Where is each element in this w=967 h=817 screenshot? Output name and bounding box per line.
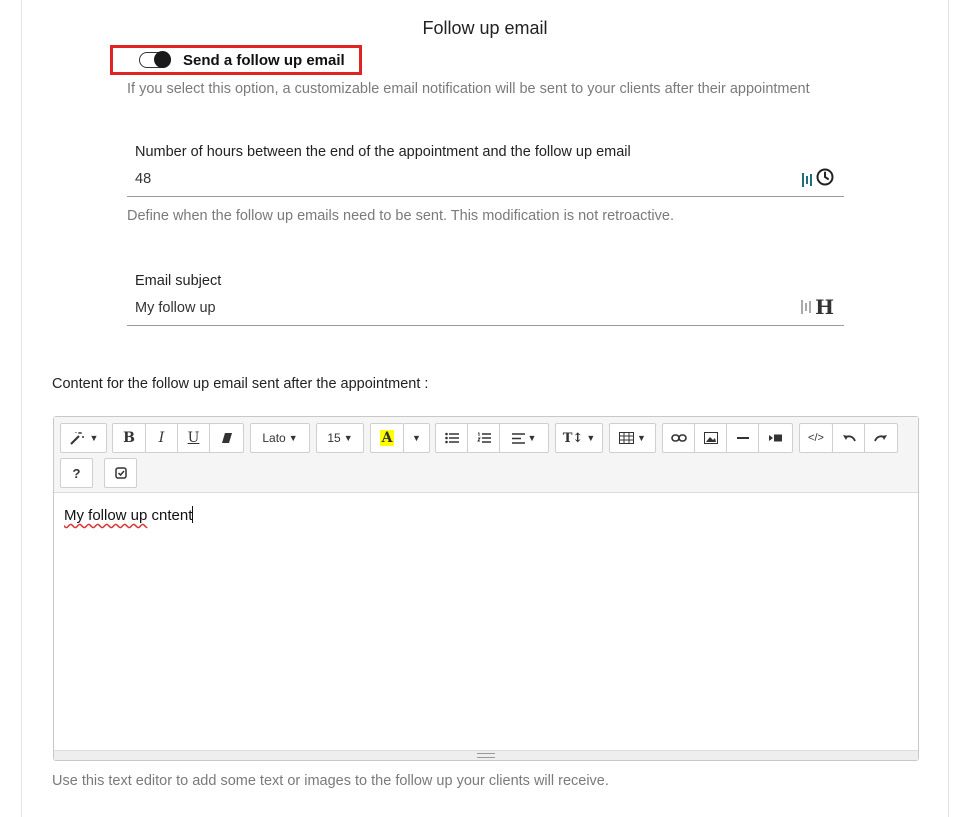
color-dropdown-button[interactable]: ▼ (403, 423, 430, 453)
insert-image-button[interactable] (694, 423, 727, 453)
editor-content[interactable]: My follow up cntent (64, 506, 194, 524)
font-size-value: 15 (327, 431, 341, 445)
highlight-color-button[interactable]: A (370, 423, 404, 453)
clock-icon[interactable] (816, 168, 834, 191)
editor-text: cntent (147, 507, 193, 524)
eraser-icon (221, 433, 232, 443)
clear-format-button[interactable] (209, 423, 244, 453)
heading-icon[interactable]: H (815, 295, 834, 319)
code-view-button[interactable]: </> (799, 423, 833, 453)
italic-button[interactable]: I (145, 423, 178, 453)
editor-toolbar: ▼ B I U Lato ▼ 15 ▼ A ▼ ▼ T↕ ▼ ▼ </> ? (54, 417, 918, 493)
text-cursor (192, 506, 194, 523)
help-button[interactable]: ? (60, 458, 93, 488)
magic-wand-icon (69, 432, 84, 445)
follow-up-panel: Follow up email Send a follow up email I… (21, 0, 949, 817)
line-height-dropdown[interactable]: T↕ ▼ (555, 423, 603, 453)
redo-icon (874, 435, 887, 442)
magic-wand-button[interactable]: ▼ (60, 423, 107, 453)
variables-icon[interactable] (802, 172, 812, 187)
toggle-knob (154, 51, 171, 68)
font-family-dropdown[interactable]: Lato ▼ (250, 423, 310, 453)
toggle-help-text: If you select this option, a customizabl… (127, 81, 810, 97)
hours-field[interactable]: Number of hours between the end of the a… (127, 141, 844, 197)
table-icon (619, 432, 635, 444)
paragraph-align-dropdown[interactable]: ▼ (499, 423, 549, 453)
text-height-icon: T↕ (562, 430, 584, 446)
subject-field[interactable]: Email subject My follow up H (127, 270, 844, 326)
link-icon (670, 434, 687, 442)
resize-grip-icon[interactable] (477, 753, 495, 758)
redo-button[interactable] (864, 423, 898, 453)
content-label: Content for the follow up email sent aft… (52, 376, 429, 392)
insert-link-button[interactable] (662, 423, 695, 453)
hours-help-text: Define when the follow up emails need to… (127, 208, 674, 224)
underline-button[interactable]: U (177, 423, 210, 453)
follow-up-toggle-row[interactable]: Send a follow up email (110, 45, 362, 75)
follow-up-toggle-switch[interactable] (139, 51, 171, 68)
insert-video-button[interactable] (758, 423, 793, 453)
rich-text-editor[interactable]: ▼ B I U Lato ▼ 15 ▼ A ▼ ▼ T↕ ▼ ▼ </> ? M… (53, 416, 919, 761)
code-icon: </> (808, 432, 824, 444)
table-dropdown[interactable]: ▼ (609, 423, 656, 453)
editor-text-spelled: My follow up (64, 507, 148, 524)
subject-input[interactable]: My follow up (135, 300, 216, 316)
editor-resize-bar[interactable] (54, 750, 918, 760)
checkbox-icon (114, 467, 127, 479)
unordered-list-button[interactable] (435, 423, 468, 453)
horizontal-rule-button[interactable] (726, 423, 759, 453)
undo-icon (842, 435, 856, 442)
subject-field-label: Email subject (135, 273, 222, 289)
hours-field-label: Number of hours between the end of the a… (135, 144, 631, 160)
hr-icon (736, 437, 749, 439)
bullet-list-icon (444, 432, 459, 444)
section-title: Follow up email (422, 18, 548, 38)
variables-icon[interactable] (801, 300, 812, 314)
align-icon (511, 432, 525, 444)
font-size-dropdown[interactable]: 15 ▼ (316, 423, 364, 453)
highlight-color-icon: A (379, 430, 395, 446)
bold-button[interactable]: B (112, 423, 146, 453)
editor-help-text: Use this text editor to add some text or… (52, 773, 609, 789)
font-family-value: Lato (262, 431, 286, 445)
video-icon (768, 434, 782, 442)
numbered-list-icon (476, 432, 491, 443)
ordered-list-button[interactable] (467, 423, 500, 453)
image-icon (703, 432, 718, 444)
checklist-button[interactable] (104, 458, 137, 488)
hours-input[interactable]: 48 (135, 171, 151, 187)
undo-button[interactable] (832, 423, 865, 453)
toggle-label: Send a follow up email (183, 51, 345, 69)
